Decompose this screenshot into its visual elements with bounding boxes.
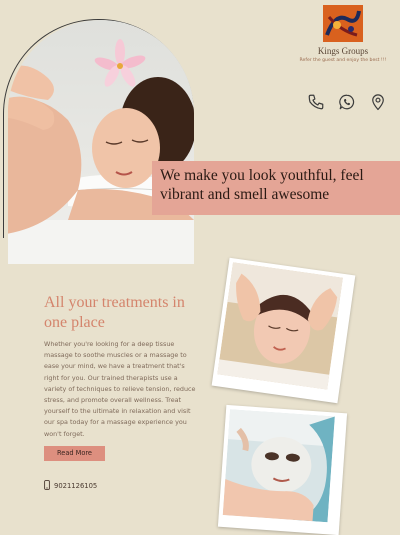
- phone-number: 9021126105: [54, 482, 98, 490]
- whatsapp-icon[interactable]: [338, 93, 356, 111]
- mobile-phone-icon: [44, 480, 50, 492]
- phone-icon[interactable]: [307, 93, 325, 111]
- brand-tagline: Refer the guest and enjoy the best !!!: [299, 58, 387, 63]
- face-mask-photo: [217, 404, 348, 535]
- read-more-button[interactable]: Read More: [44, 446, 105, 461]
- treatments-title: All your treatments in one place: [44, 294, 185, 331]
- treatments-description: Whether you're looking for a deep tissue…: [44, 340, 196, 438]
- brand-logo[interactable]: [323, 5, 363, 42]
- facial-massage-photo: [211, 257, 356, 404]
- location-icon[interactable]: [369, 93, 387, 111]
- hero-headline: We make you look youthful, feel vibrant …: [160, 167, 364, 203]
- phone-contact[interactable]: 9021126105: [44, 480, 97, 492]
- brand-name: Kings Groups: [317, 46, 369, 56]
- hero-image: [8, 20, 194, 264]
